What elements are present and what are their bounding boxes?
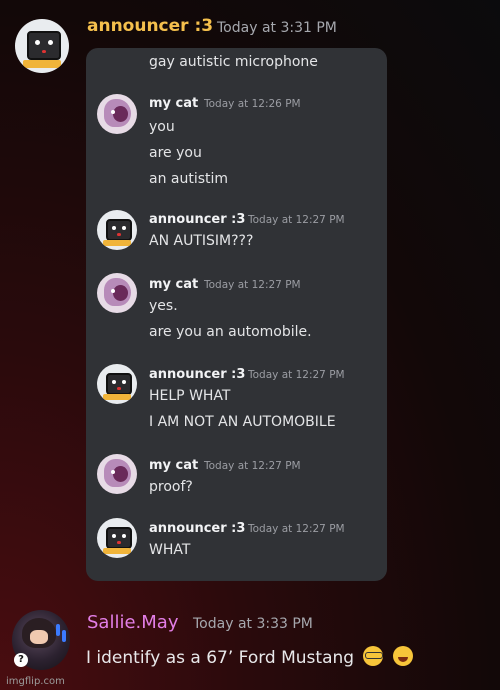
- message-line: WHAT: [149, 542, 191, 558]
- timestamp: Today at 12:27 PM: [248, 214, 345, 226]
- timestamp: Today at 12:27 PM: [248, 369, 345, 381]
- robot-avatar: [97, 364, 137, 404]
- question-badge-icon: ?: [14, 653, 28, 667]
- robot-icon: [26, 30, 62, 60]
- message-text: I identify as a 67’ Ford Mustang: [86, 646, 413, 668]
- author-name: announcer :3: [149, 212, 246, 227]
- message-line: AN AUTISIM???: [149, 233, 254, 249]
- message-body: I identify as a 67’ Ford Mustang: [86, 648, 355, 668]
- cat-avatar: [97, 454, 137, 494]
- timestamp: Today at 3:33 PM: [193, 616, 313, 632]
- author-name: my cat: [149, 277, 199, 292]
- timestamp: Today at 12:27 PM: [204, 279, 301, 291]
- cat-avatar: [97, 94, 137, 134]
- message-line: gay autistic microphone: [149, 54, 318, 70]
- robot-avatar: [97, 518, 137, 558]
- robot-avatar: [97, 210, 137, 250]
- timestamp: Today at 12:27 PM: [248, 523, 345, 535]
- author-name: my cat: [149, 96, 199, 111]
- embedded-chat-screenshot: gay autistic microphone my cat Today at …: [86, 48, 387, 581]
- author-name: my cat: [149, 458, 199, 473]
- message-line: are you an automobile.: [149, 324, 312, 340]
- tears-of-joy-icon: [392, 646, 413, 666]
- announcer-avatar[interactable]: [15, 19, 69, 73]
- timestamp: Today at 3:31 PM: [217, 20, 337, 36]
- author-name: announcer :3: [149, 521, 246, 536]
- timestamp: Today at 12:26 PM: [204, 98, 301, 110]
- watermark: imgflip.com: [6, 676, 65, 687]
- message-line: HELP WHAT: [149, 388, 231, 404]
- message-line: yes.: [149, 298, 178, 314]
- message-line: you: [149, 119, 175, 135]
- message-line: an autistim: [149, 171, 229, 187]
- cat-avatar: [97, 273, 137, 313]
- timestamp: Today at 12:27 PM: [204, 460, 301, 472]
- message-line: are you: [149, 145, 202, 161]
- message-line: I AM NOT AN AUTOMOBILE: [149, 414, 336, 430]
- author-name[interactable]: Sallie.May: [87, 612, 178, 633]
- nerd-face-icon: [363, 646, 384, 666]
- message-line: proof?: [149, 479, 193, 495]
- author-name: announcer :3: [149, 367, 246, 382]
- author-name[interactable]: announcer :3: [87, 16, 213, 36]
